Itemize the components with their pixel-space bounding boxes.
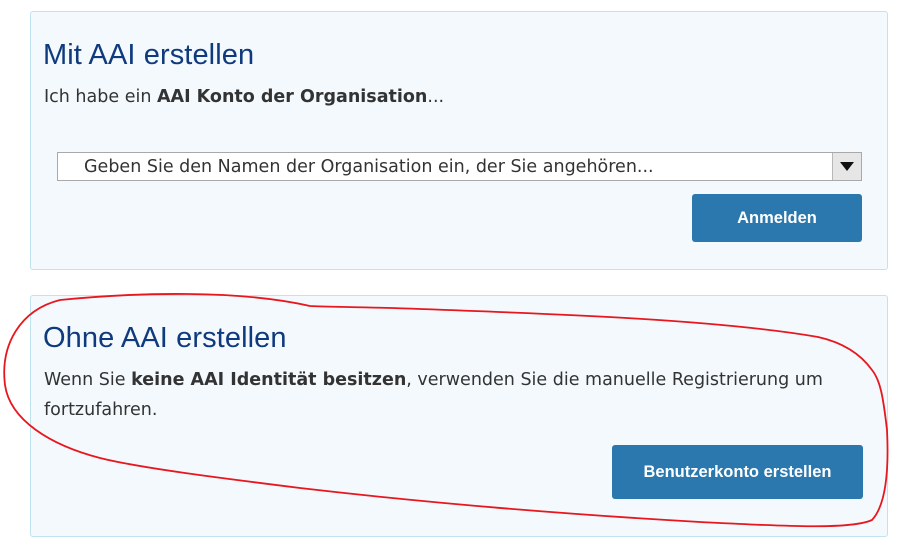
aai-section-description: Ich habe ein AAI Konto der Organisation.… [44,82,444,112]
dropdown-arrow-icon[interactable] [832,153,861,180]
create-account-button[interactable]: Benutzerkonto erstellen [612,445,863,499]
no-aai-desc-bold: keine AAI Identität besitzen [131,370,407,390]
aai-desc-bold: AAI Konto der Organisation [156,87,428,107]
aai-desc-prefix: Ich habe ein [44,87,157,107]
no-aai-desc-prefix: Wenn Sie [44,370,132,390]
no-aai-section-description: Wenn Sie keine AAI Identität besitzen, v… [44,365,864,425]
organization-select[interactable]: Geben Sie den Namen der Organisation ein… [57,152,862,181]
no-aai-panel: Ohne AAI erstellen Wenn Sie keine AAI Id… [30,295,888,537]
aai-desc-suffix: ... [427,87,445,107]
no-aai-section-title: Ohne AAI erstellen [43,322,287,354]
login-button[interactable]: Anmelden [692,194,862,242]
aai-section-title: Mit AAI erstellen [43,39,255,71]
aai-login-panel: Mit AAI erstellen Ich habe ein AAI Konto… [30,11,888,270]
organization-select-placeholder: Geben Sie den Namen der Organisation ein… [84,157,654,177]
